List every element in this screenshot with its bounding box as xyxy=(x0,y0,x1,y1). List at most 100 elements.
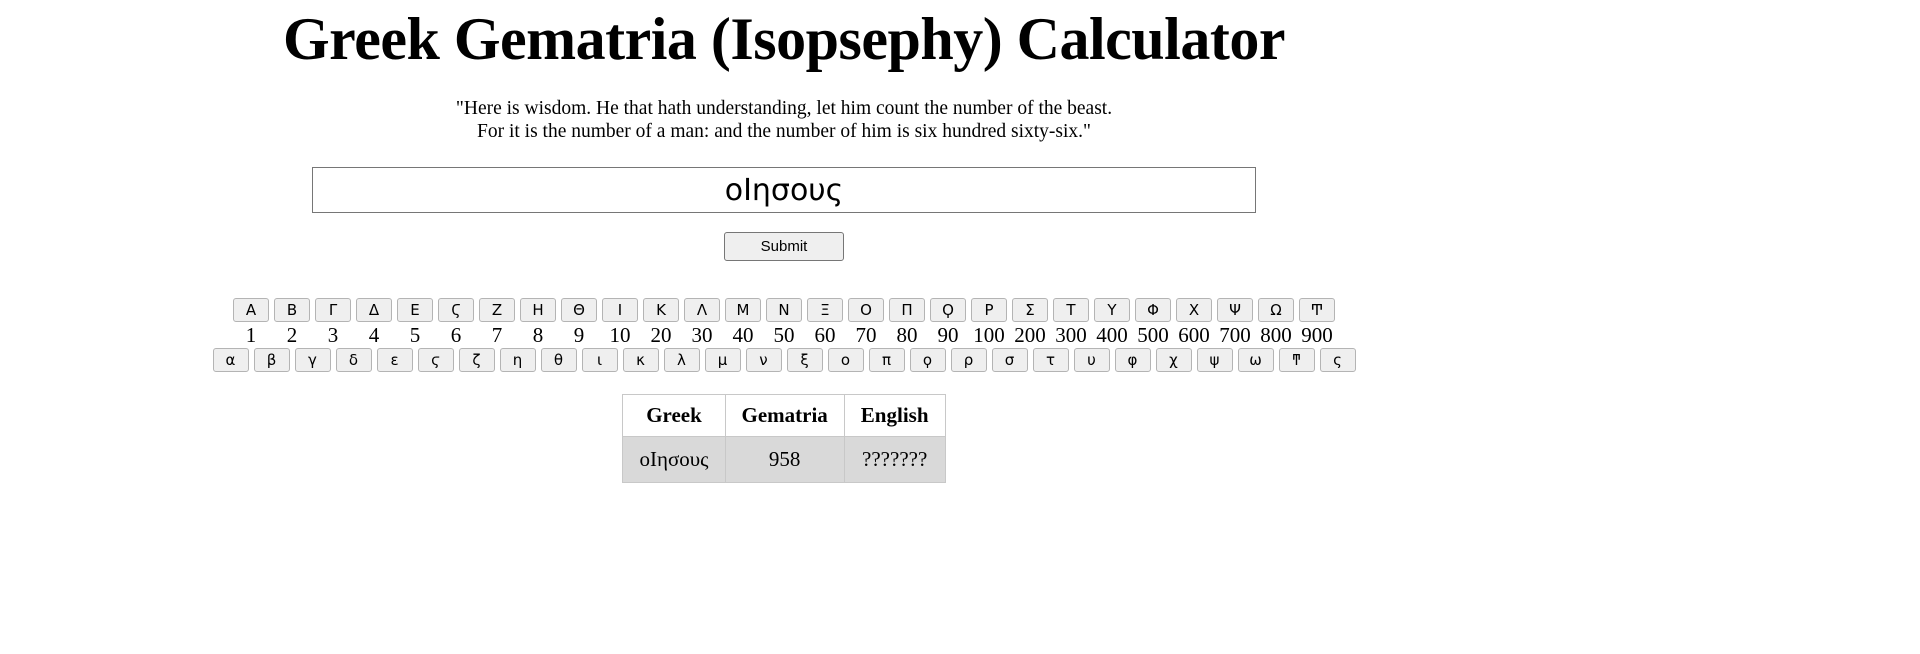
subtitle-line-2: For it is the number of a man: and the n… xyxy=(476,121,1091,142)
submit-row: Submit xyxy=(0,232,1568,261)
uppercase-letter-button[interactable]: Ρ xyxy=(971,298,1007,322)
lowercase-letter-button[interactable]: φ xyxy=(1114,348,1151,372)
lowercase-letter-button[interactable]: ͳ xyxy=(1278,348,1315,372)
keyboard-cell-lowercase: ϛ xyxy=(415,348,456,372)
lowercase-letter-button[interactable]: τ xyxy=(1032,348,1069,372)
uppercase-letter-button[interactable]: Π xyxy=(889,298,925,322)
uppercase-letter-button[interactable]: Ε xyxy=(397,298,433,322)
column-header-gematria: Gematria xyxy=(724,394,845,437)
keyboard-cell-uppercase: Π xyxy=(887,298,928,322)
uppercase-letter-button[interactable]: Λ xyxy=(684,298,720,322)
uppercase-letter-button[interactable]: Γ xyxy=(315,298,351,322)
keyboard-cell-lowercase: υ xyxy=(1071,348,1112,372)
lowercase-letter-button[interactable]: ε xyxy=(376,348,413,372)
subtitle-line-1: "Here is wisdom. He that hath understand… xyxy=(455,98,1113,119)
keyboard-row-uppercase: ΑΒΓΔΕϚΖΗΘΙΚΛΜΝΞΟΠϘΡΣΤΥΦΧΨΩͲ xyxy=(0,298,1568,322)
lowercase-letter-button[interactable]: π xyxy=(868,348,905,372)
letter-value-label: 1 xyxy=(245,323,257,347)
uppercase-letter-button[interactable]: Θ xyxy=(561,298,597,322)
keyboard-cell-uppercase: Υ xyxy=(1092,298,1133,322)
lowercase-letter-button[interactable]: ϙ xyxy=(909,348,946,372)
keyboard-cell-lowercase: λ xyxy=(661,348,702,372)
lowercase-letter-button[interactable]: ψ xyxy=(1196,348,1233,372)
lowercase-letter-button[interactable]: θ xyxy=(540,348,577,372)
lowercase-letter-button[interactable]: δ xyxy=(335,348,372,372)
lowercase-letter-button[interactable]: κ xyxy=(622,348,659,372)
keyboard-cell-lowercase: χ xyxy=(1153,348,1194,372)
final-sigma-button[interactable]: ς xyxy=(1319,348,1356,372)
letter-value-label: 300 xyxy=(1055,323,1087,347)
keyboard-cell-uppercase: Σ xyxy=(1010,298,1051,322)
uppercase-letter-button[interactable]: Χ xyxy=(1176,298,1212,322)
uppercase-letter-button[interactable]: Φ xyxy=(1135,298,1171,322)
keyboard-cell-extra: ς xyxy=(1317,348,1358,372)
uppercase-letter-button[interactable]: Σ xyxy=(1012,298,1048,322)
keyboard-cell-uppercase: Ϙ xyxy=(928,298,969,322)
lowercase-letter-button[interactable]: ο xyxy=(827,348,864,372)
keyboard-cell-lowercase: φ xyxy=(1112,348,1153,372)
letter-value-label: 800 xyxy=(1260,323,1292,347)
keyboard-cell-uppercase: Ψ xyxy=(1215,298,1256,322)
keyboard-cell-uppercase: Φ xyxy=(1133,298,1174,322)
letter-value-label: 100 xyxy=(973,323,1005,347)
uppercase-letter-button[interactable]: Ι xyxy=(602,298,638,322)
lowercase-letter-button[interactable]: ρ xyxy=(950,348,987,372)
lowercase-letter-button[interactable]: ξ xyxy=(786,348,823,372)
uppercase-letter-button[interactable]: Ͳ xyxy=(1299,298,1335,322)
lowercase-letter-button[interactable]: ω xyxy=(1237,348,1274,372)
letter-value-label: 3 xyxy=(327,323,339,347)
table-cell-greek: οIησους xyxy=(622,436,726,483)
keyboard-cell-lowercase: β xyxy=(251,348,292,372)
lowercase-letter-button[interactable]: χ xyxy=(1155,348,1192,372)
lowercase-letter-button[interactable]: υ xyxy=(1073,348,1110,372)
letter-value-label: 2 xyxy=(286,323,298,347)
uppercase-letter-button[interactable]: Α xyxy=(233,298,269,322)
uppercase-letter-button[interactable]: Ϛ xyxy=(438,298,474,322)
uppercase-letter-button[interactable]: Η xyxy=(520,298,556,322)
uppercase-letter-button[interactable]: Ο xyxy=(848,298,884,322)
lowercase-letter-button[interactable]: γ xyxy=(294,348,331,372)
page-root: Greek Gematria (Isopsephy) Calculator "H… xyxy=(0,8,1568,483)
keyboard-cell-lowercase: ζ xyxy=(456,348,497,372)
uppercase-letter-button[interactable]: Ω xyxy=(1258,298,1294,322)
table-header-row: Greek Gematria English xyxy=(622,394,946,437)
results-table-body: οIησους 958??????? xyxy=(622,436,946,483)
lowercase-letter-button[interactable]: λ xyxy=(663,348,700,372)
lowercase-letter-button[interactable]: ζ xyxy=(458,348,495,372)
uppercase-letter-button[interactable]: Ζ xyxy=(479,298,515,322)
greek-word-input[interactable] xyxy=(312,167,1256,213)
keyboard-cell-uppercase: Ϛ xyxy=(436,298,477,322)
keyboard-cell-lowercase: δ xyxy=(333,348,374,372)
lowercase-letter-button[interactable]: η xyxy=(499,348,536,372)
uppercase-letter-button[interactable]: Μ xyxy=(725,298,761,322)
lowercase-letter-button[interactable]: ι xyxy=(581,348,618,372)
keyboard-cell-lowercase: ν xyxy=(743,348,784,372)
uppercase-letter-button[interactable]: Ϙ xyxy=(930,298,966,322)
lowercase-letter-button[interactable]: α xyxy=(212,348,249,372)
uppercase-letter-button[interactable]: Δ xyxy=(356,298,392,322)
column-header-english: English xyxy=(843,394,946,437)
lowercase-letter-button[interactable]: σ xyxy=(991,348,1028,372)
uppercase-letter-button[interactable]: Τ xyxy=(1053,298,1089,322)
letter-value-label: 50 xyxy=(773,323,795,347)
lowercase-letter-button[interactable]: μ xyxy=(704,348,741,372)
uppercase-letter-button[interactable]: Β xyxy=(274,298,310,322)
submit-button[interactable]: Submit xyxy=(724,232,844,261)
keyboard-cell-lowercase: σ xyxy=(989,348,1030,372)
keyboard-cell-lowercase: κ xyxy=(620,348,661,372)
lowercase-letter-button[interactable]: ϛ xyxy=(417,348,454,372)
page-subtitle: "Here is wisdom. He that hath understand… xyxy=(0,97,1568,143)
keyboard-cell-uppercase: Γ xyxy=(313,298,354,322)
keyboard-cell-uppercase: Ζ xyxy=(477,298,518,322)
keyboard-cell-uppercase: Ω xyxy=(1256,298,1297,322)
uppercase-letter-button[interactable]: Ξ xyxy=(807,298,843,322)
uppercase-letter-button[interactable]: Ψ xyxy=(1217,298,1253,322)
lowercase-letter-button[interactable]: ν xyxy=(745,348,782,372)
uppercase-letter-button[interactable]: Ν xyxy=(766,298,802,322)
letter-value-label: 60 xyxy=(814,323,836,347)
uppercase-letter-button[interactable]: Υ xyxy=(1094,298,1130,322)
uppercase-letter-button[interactable]: Κ xyxy=(643,298,679,322)
letter-value-label: 90 xyxy=(937,323,959,347)
keyboard-cell-lowercase: γ xyxy=(292,348,333,372)
lowercase-letter-button[interactable]: β xyxy=(253,348,290,372)
